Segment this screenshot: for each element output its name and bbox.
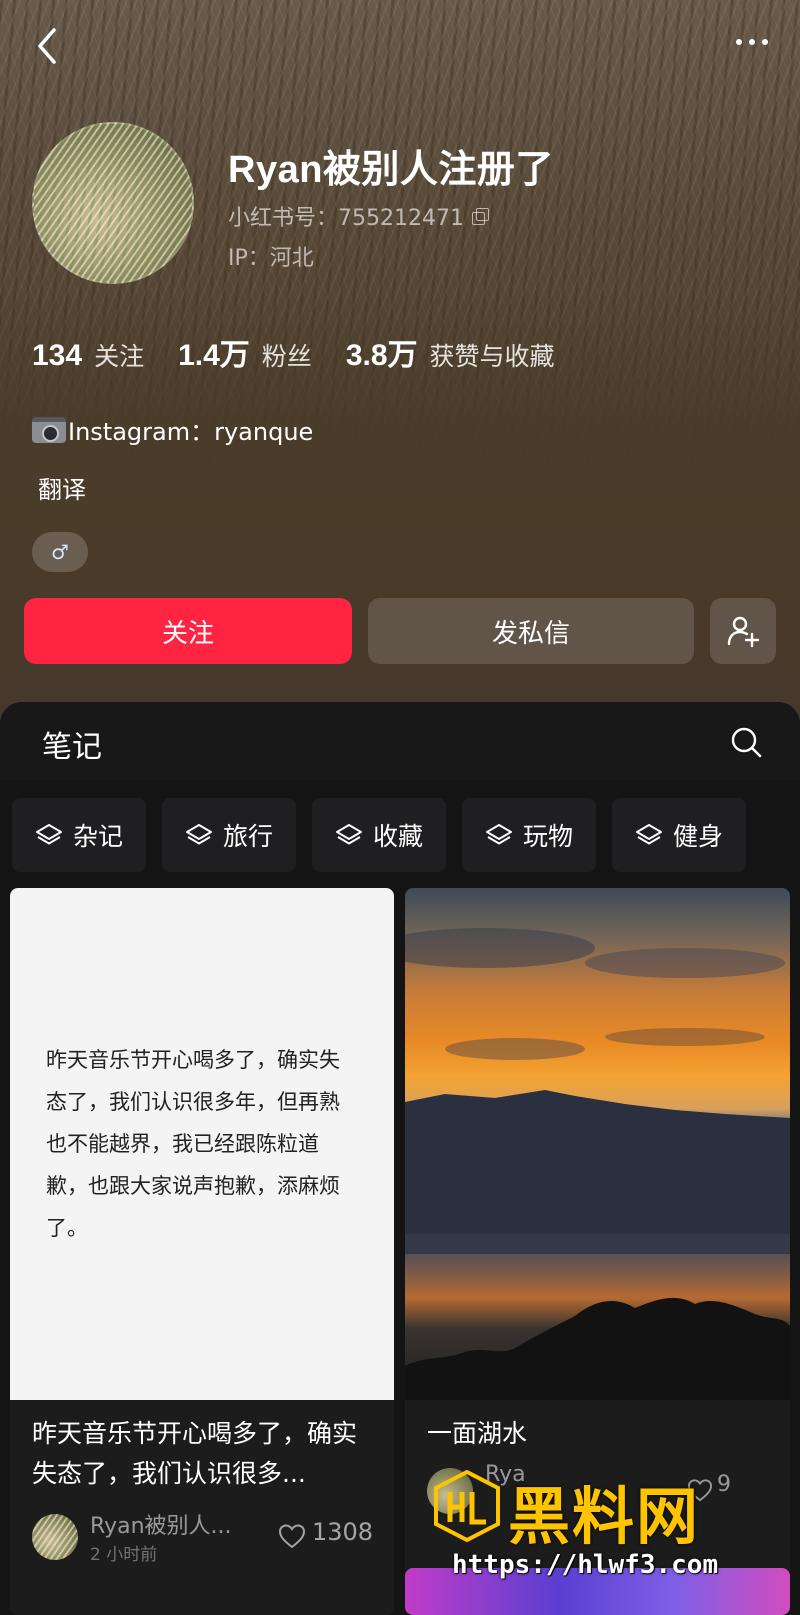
red-id: 小红书号：755212471 [228,206,464,231]
note-cover-image [405,888,790,1400]
like-count: 9 [717,1472,731,1497]
chip-label: 杂记 [72,822,123,851]
chip-label: 健身 [672,822,723,851]
bio-line-2: 翻译 [38,476,86,504]
layers-icon [335,824,362,845]
stat-number: 3.8万 [345,339,418,372]
layers-icon [485,824,512,845]
more-options-icon[interactable] [728,32,768,52]
collection-chips: 杂记 旅行 收藏 玩物 健身 [12,798,746,872]
stat-number: 1.4万 [178,339,250,372]
gender-badge: ♂ [32,532,88,572]
add-friend-button[interactable] [710,598,776,664]
stat-label: 获赞与收藏 [429,342,555,371]
profile-name: Ryan被别人注册了 [228,149,554,191]
add-user-icon [727,616,760,648]
layers-icon [635,824,662,845]
note-card[interactable]: 昨天音乐节开心喝多了，确实失态了，我们认识很多年，但再熟也不能越界，我已经跟陈粒… [10,888,394,1615]
search-icon[interactable] [730,726,762,758]
collection-chip[interactable]: 收藏 [312,798,446,872]
male-icon: ♂ [51,540,69,564]
message-button[interactable]: 发私信 [368,598,694,664]
note-title: 昨天音乐节开心喝多了，确实失态了，我们认识很多... [32,1419,358,1488]
stat-label: 粉丝 [261,342,312,371]
stat-following[interactable]: 134 关注 [32,337,144,373]
bio-line: Instagram：ryanque [32,412,313,447]
watermark-brand: 黑料网 [508,1480,701,1553]
profile-stats: 134 关注 1.4万 粉丝 3.8万 获赞与收藏 [32,330,589,374]
note-title: 一面湖水 [427,1419,528,1448]
author-name[interactable]: Ryan被别人... [90,1508,250,1540]
watermark-logo-icon [434,1470,500,1542]
collection-chip[interactable]: 健身 [612,798,746,872]
tab-notes[interactable]: 笔记 [42,722,102,766]
tab-bar: 笔记 [0,702,800,780]
collection-chip[interactable]: 杂记 [12,798,146,872]
stat-likes-collects[interactable]: 3.8万 获赞与收藏 [346,330,555,374]
stat-label: 关注 [94,342,145,371]
layers-icon [35,824,62,845]
layers-icon [185,824,212,845]
back-arrow-icon[interactable] [32,26,62,66]
collection-chip[interactable]: 玩物 [462,798,596,872]
heart-icon[interactable] [278,1523,306,1549]
chip-label: 收藏 [372,822,423,851]
note-cover-text-image: 昨天音乐节开心喝多了，确实失态了，我们认识很多年，但再熟也不能越界，我已经跟陈粒… [10,888,394,1400]
collection-chip[interactable]: 旅行 [162,798,296,872]
avatar[interactable] [32,122,194,284]
follow-button[interactable]: 关注 [24,598,352,664]
copy-icon[interactable] [471,208,489,225]
chip-label: 玩物 [522,822,573,851]
author-avatar[interactable] [32,1514,78,1560]
camera-icon [32,416,66,443]
like-count: 1308 [312,1518,374,1546]
stat-number: 134 [32,339,83,372]
note-cover-text: 昨天音乐节开心喝多了，确实失态了，我们认识很多年，但再熟也不能越界，我已经跟陈粒… [46,1048,340,1240]
ip-location: IP：河北 [228,246,314,271]
watermark-url: https://hlwf3.com [452,1550,719,1580]
bio-text: Instagram：ryanque [68,418,314,446]
post-time: 2 小时前 [90,1545,158,1565]
red-id-row: 小红书号：755212471 [228,200,489,232]
stat-followers[interactable]: 1.4万 粉丝 [178,330,312,374]
chip-label: 旅行 [222,822,273,851]
